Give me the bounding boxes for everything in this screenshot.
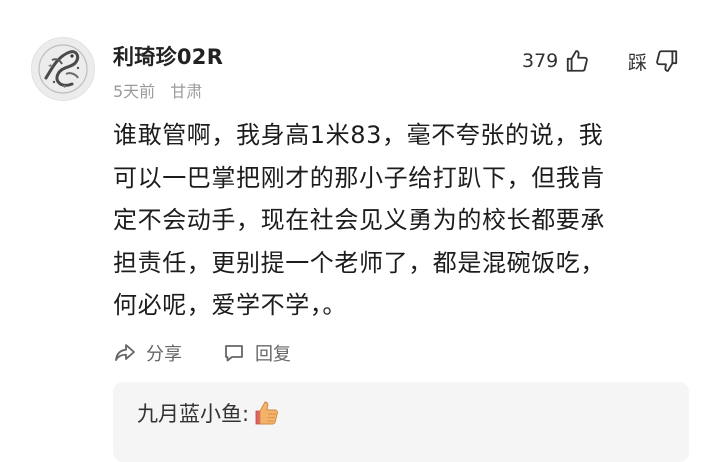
like-button[interactable]: 379 bbox=[522, 46, 590, 76]
avatar[interactable] bbox=[31, 37, 95, 101]
thumbs-up-icon bbox=[564, 48, 590, 74]
share-button[interactable]: 分享 bbox=[113, 340, 182, 366]
reply-preview[interactable]: 九月蓝小鱼: bbox=[113, 382, 689, 462]
comment-line: 定不会动手，现在社会见义勇为的校长都要承 bbox=[113, 206, 605, 234]
reply-author[interactable]: 九月蓝小鱼: bbox=[137, 398, 249, 428]
dislike-button[interactable]: 踩 bbox=[628, 46, 680, 76]
reply-label: 回复 bbox=[255, 344, 291, 365]
comment-location: 甘肃 bbox=[170, 82, 203, 101]
thumbs-down-icon bbox=[654, 48, 680, 74]
comment-line: 谁敢管啊，我身高1米83，毫不夸张的说，我 bbox=[113, 121, 604, 149]
comment-meta: 5天前 甘肃 bbox=[113, 78, 202, 102]
share-label: 分享 bbox=[146, 344, 182, 365]
username[interactable]: 利琦珍02R bbox=[113, 41, 223, 71]
comment-time: 5天前 bbox=[113, 82, 156, 101]
reply-button[interactable]: 回复 bbox=[222, 340, 291, 366]
comment-bubble-icon bbox=[222, 341, 246, 365]
avatar-image bbox=[32, 38, 94, 100]
dislike-label: 踩 bbox=[628, 51, 648, 74]
comment-text: 谁敢管啊，我身高1米83，毫不夸张的说，我 可以一巴掌把刚才的那小子给打趴下，但… bbox=[113, 114, 683, 327]
share-icon bbox=[113, 341, 137, 365]
comment-line: 何必呢，爱学不学，。 bbox=[113, 291, 347, 319]
comment-line: 可以一巴掌把刚才的那小子给打趴下，但我肯 bbox=[113, 163, 605, 192]
like-count: 379 bbox=[522, 50, 559, 72]
reply-preview-line: 九月蓝小鱼: bbox=[137, 398, 281, 428]
comment-actions: 分享 回复 bbox=[113, 338, 291, 368]
comment-line: 担责任，更别提一个老师了，都是混碗饭吃， bbox=[113, 248, 605, 277]
thumbs-up-emoji bbox=[251, 398, 281, 428]
